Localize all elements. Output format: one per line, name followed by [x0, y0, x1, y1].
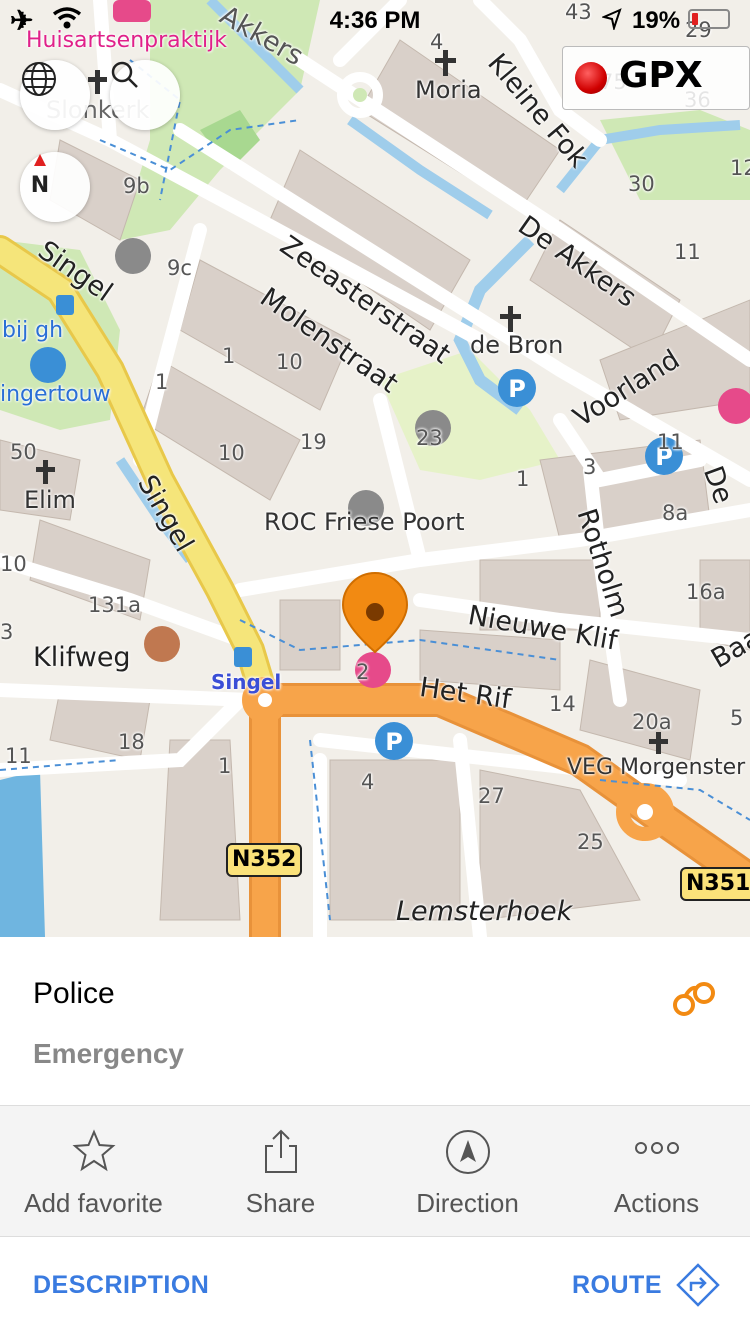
compass-label: N [31, 173, 49, 198]
gpx-recording-button[interactable]: GPX [562, 46, 750, 110]
svg-text:P: P [508, 375, 526, 403]
search-button[interactable] [110, 60, 180, 130]
house-number: 9c [167, 256, 192, 280]
road-shield: N352 [226, 843, 303, 877]
poi-label: de Bron [470, 331, 564, 359]
description-button[interactable]: DESCRIPTION [33, 1271, 209, 1300]
house-number: 50 [10, 440, 37, 464]
house-number: 8a [662, 501, 689, 525]
house-number: 1 [222, 344, 236, 368]
house-number: 3 [583, 455, 597, 479]
record-icon [575, 62, 607, 94]
house-number: 30 [628, 172, 655, 196]
route-button[interactable]: ROUTE [572, 1271, 662, 1300]
poi-label: ROC Friese Poort [264, 508, 465, 536]
direction-button[interactable]: Direction [374, 1106, 561, 1236]
map-canvas[interactable]: P P P [0, 0, 750, 937]
more-icon [634, 1142, 679, 1154]
poi-label: bij gh [2, 318, 64, 343]
action-bar: Add favorite Share Direction Actions [0, 1105, 750, 1237]
water-area [0, 770, 45, 937]
bus-stop-icon [234, 647, 252, 667]
search-icon [111, 61, 138, 88]
house-number: 4 [361, 770, 375, 794]
house-number: 19 [300, 430, 327, 454]
svg-text:P: P [385, 728, 403, 756]
house-number: 1 [516, 467, 530, 491]
share-icon [264, 1129, 297, 1173]
battery-icon [688, 9, 730, 29]
handcuffs-icon [673, 982, 715, 1016]
house-number: 9b [123, 174, 150, 198]
house-number: 25 [577, 830, 604, 854]
street-label: Klifweg [33, 642, 131, 673]
museum-icon [115, 238, 151, 274]
compass-icon: N [31, 154, 49, 198]
house-number: 20a [632, 710, 672, 734]
house-number: 11 [674, 240, 701, 264]
restaurant-icon [144, 626, 180, 662]
poi-category: Emergency [33, 1038, 184, 1069]
house-number: 23 [416, 426, 443, 450]
house-number: 1 [155, 370, 169, 394]
globe-icon [22, 62, 56, 96]
house-number: 3 [0, 620, 14, 644]
house-number: 5 [730, 706, 744, 730]
action-label: Add favorite [24, 1188, 163, 1218]
bottom-bar: DESCRIPTION ROUTE [0, 1236, 750, 1334]
map-style-button[interactable] [20, 60, 90, 130]
bus-stop-icon [56, 295, 74, 315]
street-label: Lemsterhoek [396, 896, 573, 927]
house-number: 10 [276, 350, 303, 374]
action-label: Share [245, 1188, 316, 1218]
house-number: 12 [730, 156, 750, 180]
poi-label: Elim [24, 486, 76, 514]
gpx-label: GPX [619, 55, 703, 96]
road-shield: N351 [680, 867, 750, 901]
status-bar: ✈ 4:36 PM 19% [0, 0, 750, 40]
more-actions-button[interactable]: Actions [563, 1106, 750, 1236]
location-arrow-icon [602, 8, 622, 30]
battery-percent: 19% [632, 7, 681, 34]
house-number: 1 [218, 754, 232, 778]
house-number: 11 [657, 430, 684, 454]
house-number: 10 [218, 441, 245, 465]
poi-title: Police [33, 977, 115, 1010]
action-label: Direction [416, 1188, 519, 1218]
house-number: 10 [0, 552, 27, 576]
star-icon [72, 1129, 115, 1172]
house-number: 27 [478, 784, 505, 808]
house-number: 11 [5, 744, 32, 768]
add-favorite-button[interactable]: Add favorite [0, 1106, 187, 1236]
poi-label: ingertouw [0, 382, 111, 407]
poi-detail-panel: Police Emergency Add favorite Share Dire… [0, 937, 750, 1334]
house-number: 2 [356, 660, 370, 684]
shelter-icon [30, 347, 66, 383]
direction-icon [445, 1130, 490, 1174]
action-label: Actions [613, 1188, 700, 1218]
house-number: 18 [118, 730, 145, 754]
house-number: 16a [686, 580, 726, 604]
house-number: 131a [88, 593, 141, 617]
share-button[interactable]: Share [187, 1106, 374, 1236]
house-number: 14 [549, 692, 576, 716]
poi-label: VEG Morgenster [567, 755, 746, 780]
compass-button[interactable]: N [20, 152, 90, 222]
route-icon[interactable] [676, 1263, 720, 1307]
poi-label: Moria [415, 76, 482, 104]
bus-stop-label: Singel [211, 670, 282, 694]
map-view[interactable]: P P P Huisartsenpraktijk Moria Slonkerk … [0, 0, 750, 937]
